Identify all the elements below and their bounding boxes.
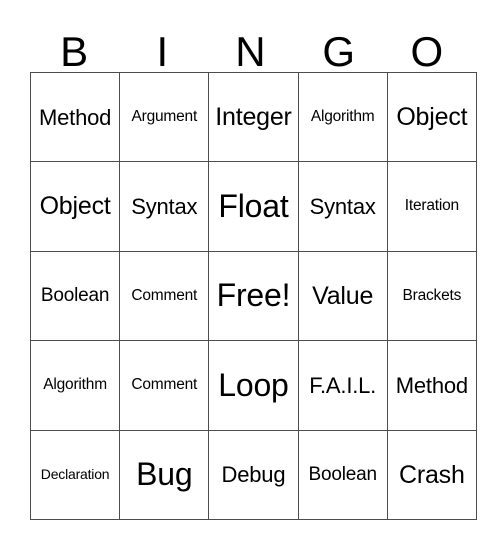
bingo-cell-label: Boolean — [40, 285, 110, 306]
header-letter-text: O — [410, 28, 444, 76]
bingo-cell-label: Method — [39, 104, 112, 130]
bingo-cell-label: Iteration — [404, 197, 459, 215]
bingo-cell[interactable]: Crash — [386, 429, 477, 520]
bingo-row: Object Syntax Float Syntax Iteration — [29, 161, 477, 252]
bingo-cell[interactable]: Iteration — [386, 161, 477, 252]
bingo-cell[interactable]: Brackets — [386, 250, 477, 342]
bingo-cell-label: Crash — [399, 460, 465, 489]
bingo-cell-label: F.A.I.L. — [309, 372, 377, 398]
bingo-cell-label: Algorithm — [43, 376, 107, 394]
header-letter-text: I — [156, 28, 169, 76]
bingo-row: Boolean Comment Free! Value Brackets — [29, 250, 477, 342]
bingo-header-letter-o: O — [383, 14, 471, 76]
bingo-cell-label: Syntax — [309, 194, 376, 220]
bingo-cell[interactable]: Float — [208, 161, 299, 252]
bingo-cell-label: Algorithm — [310, 108, 375, 126]
bingo-cell-label: Boolean — [308, 463, 377, 485]
bingo-header-letter-n: N — [206, 14, 294, 76]
header-letter-text: G — [322, 28, 355, 76]
bingo-cell-label: Argument — [131, 108, 198, 126]
header-letter-text: B — [60, 28, 89, 76]
bingo-cell[interactable]: Value — [297, 250, 388, 342]
bingo-cell-label: Object — [396, 103, 468, 132]
bingo-cell[interactable]: Boolean — [29, 250, 121, 342]
bingo-cell-label: Brackets — [402, 286, 462, 304]
bingo-cell-label: Declaration — [40, 466, 110, 483]
bingo-cell[interactable]: Object — [386, 71, 477, 163]
bingo-cell[interactable]: Comment — [119, 250, 210, 342]
bingo-header-letter-i: I — [118, 14, 206, 76]
bingo-header-letter-g: G — [295, 14, 383, 76]
bingo-cell[interactable]: Method — [29, 71, 121, 163]
bingo-cell-label: Syntax — [131, 194, 198, 220]
bingo-cell[interactable]: Declaration — [29, 429, 121, 520]
bingo-cell-label: Method — [395, 372, 468, 398]
bingo-cell-label: Comment — [131, 286, 198, 304]
bingo-cell-free-space[interactable]: Free! — [208, 250, 299, 342]
bingo-header-row: B I N G O — [30, 14, 471, 76]
bingo-row: Method Argument Integer Algorithm Object — [29, 71, 477, 163]
bingo-cell-label: Float — [218, 187, 289, 224]
bingo-row: Algorithm Comment Loop F.A.I.L. Method — [29, 340, 477, 431]
bingo-cell[interactable]: Bug — [119, 429, 210, 520]
bingo-cell-label: Value — [312, 281, 374, 310]
bingo-cell-label: Debug — [221, 462, 286, 488]
bingo-cell[interactable]: F.A.I.L. — [297, 340, 388, 431]
bingo-card: B I N G O Method Argument Integer Algori… — [29, 14, 477, 520]
bingo-grid: Method Argument Integer Algorithm Object… — [29, 71, 477, 520]
bingo-header-letter-b: B — [30, 14, 118, 76]
bingo-cell[interactable]: Integer — [208, 71, 299, 163]
bingo-row: Declaration Bug Debug Boolean Crash — [29, 429, 477, 520]
bingo-cell-label: Free! — [216, 277, 291, 314]
bingo-cell[interactable]: Method — [386, 340, 477, 431]
bingo-cell[interactable]: Algorithm — [29, 340, 121, 431]
bingo-cell-label: Integer — [215, 103, 292, 132]
bingo-cell[interactable]: Object — [29, 161, 121, 252]
bingo-cell-label: Bug — [136, 455, 193, 492]
bingo-cell[interactable]: Syntax — [297, 161, 388, 252]
bingo-cell[interactable]: Comment — [119, 340, 210, 431]
bingo-cell[interactable]: Algorithm — [297, 71, 388, 163]
bingo-cell-label: Loop — [218, 366, 289, 403]
bingo-cell-label: Comment — [131, 376, 198, 394]
header-letter-text: N — [235, 28, 266, 76]
bingo-cell[interactable]: Loop — [208, 340, 299, 431]
bingo-cell[interactable]: Boolean — [297, 429, 388, 520]
bingo-cell-label: Object — [39, 192, 111, 221]
bingo-cell[interactable]: Debug — [208, 429, 299, 520]
bingo-cell[interactable]: Argument — [119, 71, 210, 163]
bingo-cell[interactable]: Syntax — [119, 161, 210, 252]
